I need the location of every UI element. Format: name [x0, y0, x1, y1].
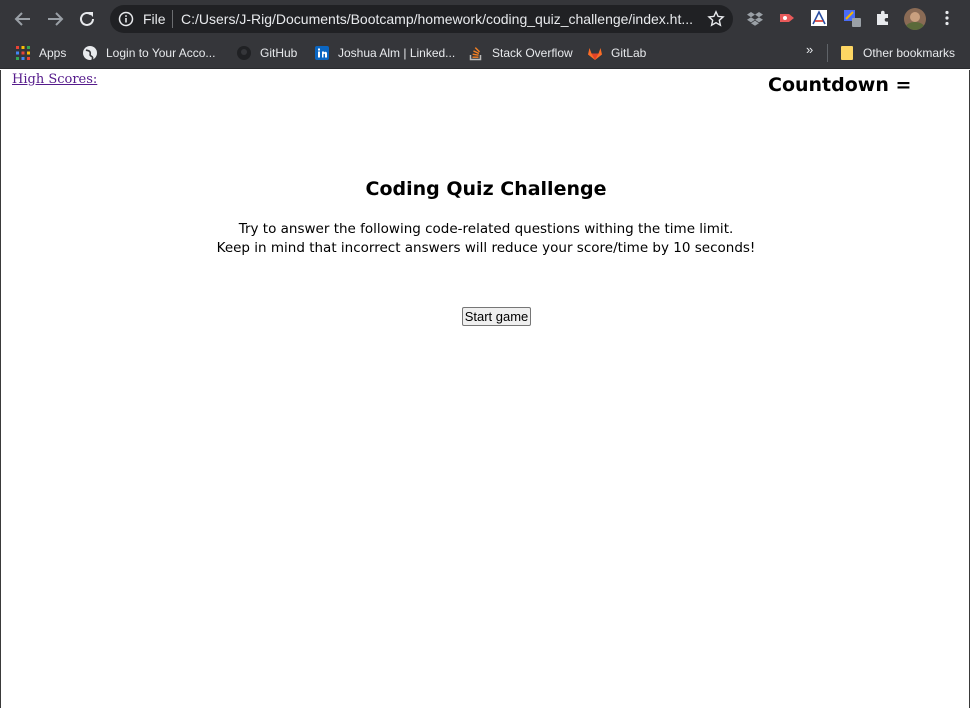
bookmark-label: Apps: [39, 46, 67, 60]
other-bookmarks-label: Other bookmarks: [863, 46, 956, 60]
bookmark-label: Joshua Alm | Linked...: [338, 46, 456, 60]
gitlab-icon: [587, 45, 603, 61]
avatar-shoulders: [906, 22, 924, 30]
stackoverflow-icon: [468, 45, 484, 61]
reload-icon: [80, 11, 94, 26]
bookmark-gitlab[interactable]: GitLab: [587, 43, 646, 63]
intro-text: Try to answer the following code-related…: [1, 220, 970, 258]
linkedin-icon: [314, 45, 330, 61]
countdown-label: Countdown =: [768, 74, 912, 96]
intro-line-2: Keep in mind that incorrect answers will…: [216, 240, 756, 256]
dropbox-icon[interactable]: [746, 9, 764, 27]
avatar-face: [910, 12, 920, 22]
bookmark-apps[interactable]: Apps: [15, 43, 66, 63]
color-picker-extension-icon[interactable]: [843, 9, 861, 27]
bookmarks-bar: Apps Login to Your Acco... GitHub Joshua…: [0, 37, 970, 69]
bookmarks-overflow-chevron[interactable]: »: [806, 42, 813, 57]
scheme-label: File: [143, 11, 166, 27]
bookmark-label: GitLab: [611, 46, 647, 60]
bookmark-login[interactable]: Login to Your Acco...: [82, 43, 215, 63]
extensions-puzzle-icon[interactable]: [874, 9, 892, 27]
page-title: Coding Quiz Challenge: [365, 178, 607, 200]
omnibox-divider: [172, 10, 173, 28]
url-text[interactable]: C:/Users/J-Rig/Documents/Bootcamp/homewo…: [181, 11, 701, 27]
other-bookmarks-folder[interactable]: Other bookmarks: [839, 43, 955, 63]
bookmark-label: Stack Overflow: [492, 46, 573, 60]
info-icon[interactable]: [118, 11, 134, 27]
star-icon[interactable]: [707, 10, 725, 28]
bookmark-linkedin[interactable]: Joshua Alm | Linked...: [314, 43, 455, 63]
start-game-button[interactable]: Start game: [462, 307, 531, 326]
page-viewport: High Scores: Countdown = Coding Quiz Cha…: [0, 70, 970, 708]
forward-button[interactable]: [43, 7, 67, 31]
bookmark-stackoverflow[interactable]: Stack Overflow: [468, 43, 573, 63]
high-scores-link[interactable]: High Scores:: [12, 72, 97, 87]
back-button[interactable]: [11, 7, 35, 31]
github-icon: [236, 45, 252, 61]
arrow-right-icon: [48, 12, 64, 26]
folder-icon: [839, 45, 855, 61]
bookmark-label: GitHub: [260, 46, 298, 60]
bookmark-github[interactable]: GitHub: [236, 43, 297, 63]
reload-button[interactable]: [75, 7, 99, 31]
kebab-menu-icon[interactable]: [938, 9, 956, 27]
bookmarks-divider: [827, 44, 828, 62]
globe-icon: [82, 45, 98, 61]
address-bar[interactable]: File C:/Users/J-Rig/Documents/Bootcamp/h…: [110, 5, 733, 33]
browser-toolbar: File C:/Users/J-Rig/Documents/Bootcamp/h…: [0, 0, 970, 37]
profile-avatar[interactable]: [904, 8, 926, 30]
screencast-icon[interactable]: [778, 9, 796, 27]
arrow-left-icon: [14, 12, 30, 26]
pdf-extension-icon[interactable]: [810, 9, 828, 27]
apps-grid-icon: [15, 45, 31, 61]
bookmark-label: Login to Your Acco...: [106, 46, 216, 60]
intro-line-1: Try to answer the following code-related…: [238, 221, 734, 237]
